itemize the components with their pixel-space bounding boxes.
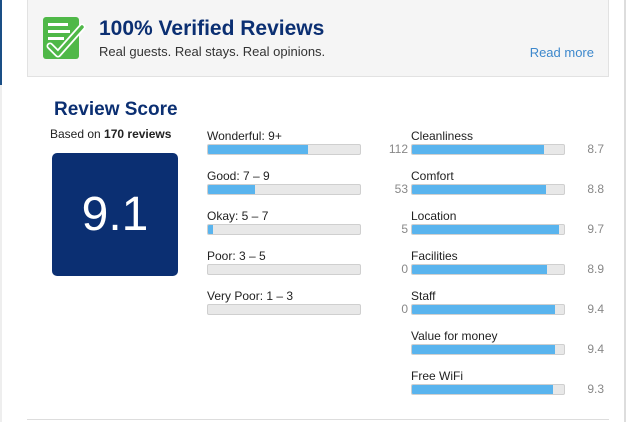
distribution-label: Very Poor: 1 – 3 <box>207 289 294 303</box>
distribution-label: Wonderful: 9+ <box>207 129 282 143</box>
distribution-count: 53 <box>394 182 408 196</box>
distribution-count: 0 <box>401 262 408 276</box>
banner-subtitle: Real guests. Real stays. Real opinions. <box>99 44 326 59</box>
category-score: 8.7 <box>587 142 604 156</box>
distribution-count: 5 <box>401 222 408 236</box>
category-bar <box>411 264 565 275</box>
review-score-value: 9.1 <box>52 153 178 276</box>
based-on-prefix: Based on <box>50 127 105 141</box>
category-score: 9.3 <box>587 382 604 396</box>
category-row: Free WiFi 9.3 <box>411 369 621 399</box>
distribution-count: 0 <box>401 302 408 316</box>
left-edge-divider <box>0 85 2 422</box>
category-score: 9.4 <box>587 342 604 356</box>
distribution-row: Wonderful: 9+ 112 <box>207 129 417 159</box>
category-bar <box>411 144 565 155</box>
category-row: Facilities 8.9 <box>411 249 621 279</box>
bar-fill <box>208 185 256 194</box>
bar-fill <box>208 145 309 154</box>
bar-fill <box>412 265 548 274</box>
category-score: 8.9 <box>587 262 604 276</box>
category-label: Location <box>411 209 457 223</box>
distribution-count: 112 <box>388 142 408 156</box>
bar-fill <box>208 225 213 234</box>
category-score: 9.7 <box>587 222 604 236</box>
category-row: Cleanliness 8.7 <box>411 129 621 159</box>
review-score-title: Review Score <box>54 99 178 120</box>
bar-fill <box>412 145 545 154</box>
bar-fill <box>412 185 546 194</box>
category-row: Location 9.7 <box>411 209 621 239</box>
category-label: Free WiFi <box>411 369 463 383</box>
distribution-label: Good: 7 – 9 <box>207 169 270 183</box>
distribution-label: Okay: 5 – 7 <box>207 209 269 223</box>
bar-fill <box>412 345 555 354</box>
bar-fill <box>412 225 560 234</box>
verified-reviews-banner: 100% Verified Reviews Real guests. Real … <box>27 0 609 77</box>
category-label: Value for money <box>411 329 498 343</box>
category-bar <box>411 384 565 395</box>
category-label: Cleanliness <box>411 129 474 143</box>
distribution-bar <box>207 224 361 235</box>
category-row: Comfort 8.8 <box>411 169 621 199</box>
based-on-reviews: Based on 170 reviews <box>50 127 171 141</box>
banner-title: 100% Verified Reviews <box>99 17 325 40</box>
category-label: Facilities <box>411 249 458 263</box>
category-row: Staff 9.4 <box>411 289 621 319</box>
category-score: 9.4 <box>587 302 604 316</box>
category-label: Staff <box>411 289 436 303</box>
bottom-divider <box>27 419 609 420</box>
read-more-link[interactable]: Read more <box>530 45 594 60</box>
bar-fill <box>412 385 554 394</box>
category-bar <box>411 304 565 315</box>
review-count: 170 reviews <box>104 127 172 141</box>
distribution-row: Good: 7 – 9 53 <box>207 169 417 199</box>
left-edge-accent <box>0 0 2 85</box>
verified-checklist-icon <box>42 13 86 63</box>
distribution-row: Very Poor: 1 – 3 0 <box>207 289 417 319</box>
distribution-bar <box>207 184 361 195</box>
category-score: 8.8 <box>587 182 604 196</box>
category-bar <box>411 184 565 195</box>
distribution-bar <box>207 264 361 275</box>
bar-fill <box>412 305 555 314</box>
distribution-row: Okay: 5 – 7 5 <box>207 209 417 239</box>
distribution-label: Poor: 3 – 5 <box>207 249 266 263</box>
distribution-bar <box>207 304 361 315</box>
category-bar <box>411 344 565 355</box>
category-row: Value for money 9.4 <box>411 329 621 359</box>
distribution-row: Poor: 3 – 5 0 <box>207 249 417 279</box>
category-label: Comfort <box>411 169 454 183</box>
distribution-bar <box>207 144 361 155</box>
category-bar <box>411 224 565 235</box>
